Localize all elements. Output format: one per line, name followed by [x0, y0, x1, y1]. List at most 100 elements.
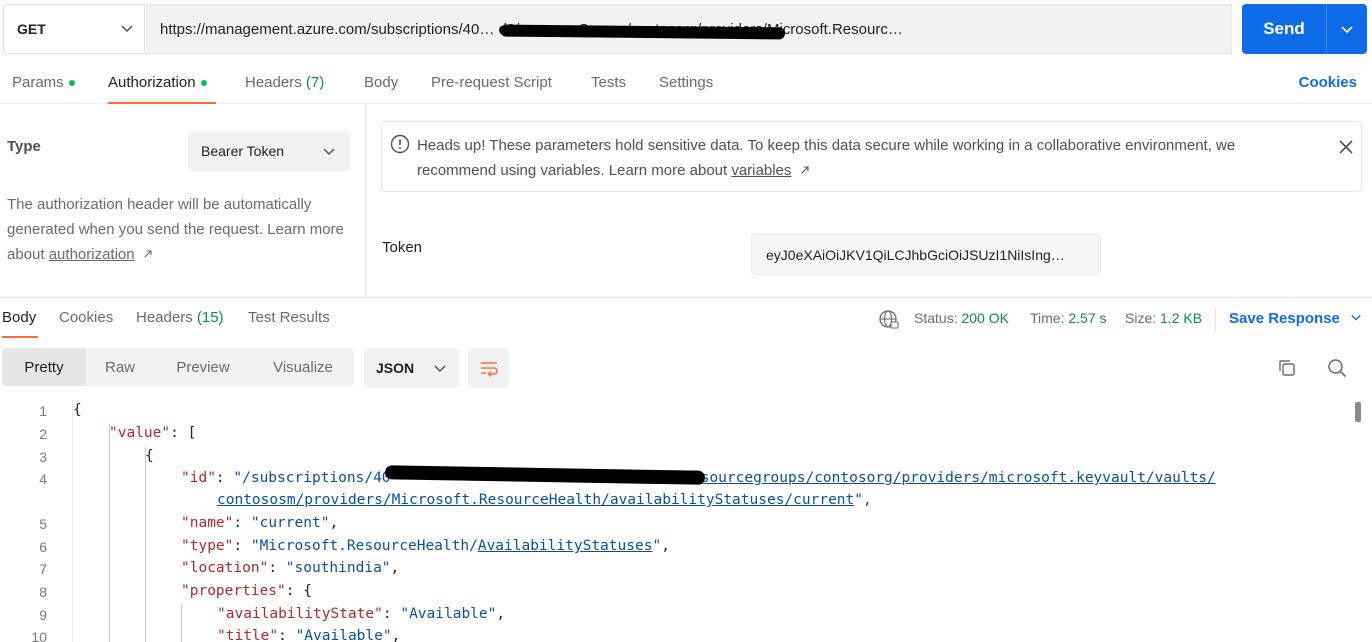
tab-response-cookies[interactable]: Cookies: [59, 309, 113, 326]
code-line: {: [73, 402, 82, 418]
tab-label: Tests: [591, 74, 627, 91]
status-separator: [1215, 308, 1216, 332]
tab-count: (7): [305, 74, 325, 91]
json-string: "Available": [295, 628, 392, 642]
code-line: "type": "Microsoft.ResourceHealth/Availa…: [181, 538, 670, 554]
tab-response-body[interactable]: Body: [2, 309, 36, 326]
size-readout: Size: 1.2 KB: [1125, 310, 1202, 326]
tab-test-results[interactable]: Test Results: [248, 309, 330, 326]
code-line: "properties": {: [181, 583, 312, 599]
time-value[interactable]: 2.57 s: [1068, 310, 1106, 326]
chevron-down-icon: [323, 148, 335, 155]
send-button[interactable]: Send: [1242, 4, 1367, 54]
external-link-icon: [144, 250, 152, 258]
type-label: Type: [7, 138, 41, 155]
tab-pre-request-script[interactable]: Pre-request Script: [431, 74, 552, 91]
json-string: ": [652, 538, 662, 554]
line-number: 4: [39, 471, 47, 487]
search-icon[interactable]: [1327, 358, 1347, 378]
format-select[interactable]: JSON: [364, 348, 459, 388]
line-number: 1: [39, 403, 47, 419]
json-key: "name": [181, 515, 234, 531]
json-punct: : {: [285, 583, 312, 599]
active-dot-icon: [200, 80, 207, 87]
request-bar: GET https://management.azure.com/subscri…: [0, 4, 1372, 54]
json-link[interactable]: /resourcegroups/contosorg/providers/micr…: [675, 470, 1216, 486]
view-raw[interactable]: Raw: [86, 348, 154, 386]
scrollbar-thumb[interactable]: [1355, 402, 1361, 422]
code-line: {: [145, 448, 154, 464]
method-label: GET: [17, 21, 46, 37]
response-body-editor[interactable]: 1 2 3 4 5 6 7 8 9 10 { "value": [ { "id"…: [0, 400, 1372, 642]
code-line: "location": "southindia",: [181, 560, 400, 576]
view-preview[interactable]: Preview: [154, 348, 252, 386]
wrap-lines-button[interactable]: [468, 348, 509, 388]
copy-icon[interactable]: [1277, 358, 1297, 378]
json-key: "properties": [181, 583, 286, 599]
globe-icon[interactable]: [878, 309, 900, 331]
line-number: 5: [39, 516, 47, 532]
time-label: Time:: [1030, 310, 1065, 326]
tab-label: Body: [364, 74, 399, 91]
json-key: "value": [109, 425, 171, 441]
wrap-lines-icon: [480, 362, 498, 378]
line-number: 3: [39, 449, 47, 465]
chevron-down-icon: [121, 25, 133, 33]
cookies-link[interactable]: Cookies: [1299, 74, 1357, 91]
auth-type-panel: Type Bearer Token The authorization head…: [0, 104, 366, 297]
indent-guide: [109, 424, 110, 642]
json-link[interactable]: AvailabilityStatuses: [478, 538, 653, 554]
line-number: 6: [39, 539, 47, 555]
code-line: "value": [: [109, 425, 196, 441]
indent-guide: [145, 447, 146, 642]
info-icon: [390, 134, 410, 154]
view-pretty[interactable]: Pretty: [2, 348, 86, 386]
tab-label: Authorization: [108, 74, 196, 91]
indent-guide: [181, 605, 182, 642]
tab-settings[interactable]: Settings: [659, 74, 713, 91]
json-punct: :: [215, 470, 234, 486]
tab-label: Params: [12, 74, 64, 91]
line-number: 9: [39, 607, 47, 623]
tab-count: (15): [196, 309, 224, 326]
view-visualize[interactable]: Visualize: [252, 348, 354, 386]
tab-label: Settings: [659, 74, 714, 91]
status-value[interactable]: 200 OK: [961, 310, 1008, 326]
token-input[interactable]: eyJ0eXAiOiJKV1QiLCJhbGciOiJSUzI1NiIsIng…: [751, 234, 1101, 275]
tab-headers[interactable]: Headers (7): [245, 74, 324, 91]
auth-type-value: Bearer Token: [201, 143, 285, 159]
send-options-button[interactable]: [1327, 22, 1367, 36]
tab-label: Headers: [245, 74, 302, 91]
size-value[interactable]: 1.2 KB: [1160, 310, 1202, 326]
tab-body[interactable]: Body: [364, 74, 398, 91]
active-tab-underline: [2, 336, 38, 338]
json-string: "current": [250, 515, 330, 531]
tab-response-headers[interactable]: Headers (15): [136, 309, 224, 326]
json-key: "type": [181, 538, 234, 554]
auth-type-select[interactable]: Bearer Token: [188, 131, 350, 171]
json-link[interactable]: contososm/providers/Microsoft.ResourceHe…: [217, 492, 854, 508]
external-link-icon: [801, 166, 809, 174]
tab-tests[interactable]: Tests: [591, 74, 626, 91]
tab-params[interactable]: Params: [12, 74, 75, 91]
tab-label: Headers: [136, 309, 193, 326]
code-line: "title": "Available",: [217, 628, 401, 642]
tab-authorization[interactable]: Authorization: [108, 74, 207, 91]
json-punct: : [: [170, 425, 197, 441]
save-response-button[interactable]: Save Response: [1229, 310, 1362, 327]
save-response-label: Save Response: [1229, 310, 1340, 327]
authorization-link[interactable]: authorization: [49, 246, 135, 263]
format-value: JSON: [376, 360, 415, 376]
close-icon[interactable]: [1337, 138, 1355, 156]
response-tabs: Body Cookies Headers (15) Test Results S…: [0, 298, 1372, 342]
size-label: Size:: [1125, 310, 1157, 326]
tab-label: Test Results: [248, 309, 330, 326]
method-select[interactable]: GET: [3, 4, 145, 54]
active-dot-icon: [68, 80, 75, 87]
tab-label: Pre-request Script: [431, 74, 552, 91]
chevron-down-icon: [1351, 314, 1361, 321]
notice-message: Heads up! These parameters hold sensitiv…: [417, 137, 1236, 179]
variables-link[interactable]: variables: [731, 162, 791, 179]
status-label: Status:: [914, 310, 958, 326]
request-tabs: Params Authorization Headers (7) Body Pr…: [0, 62, 1372, 104]
